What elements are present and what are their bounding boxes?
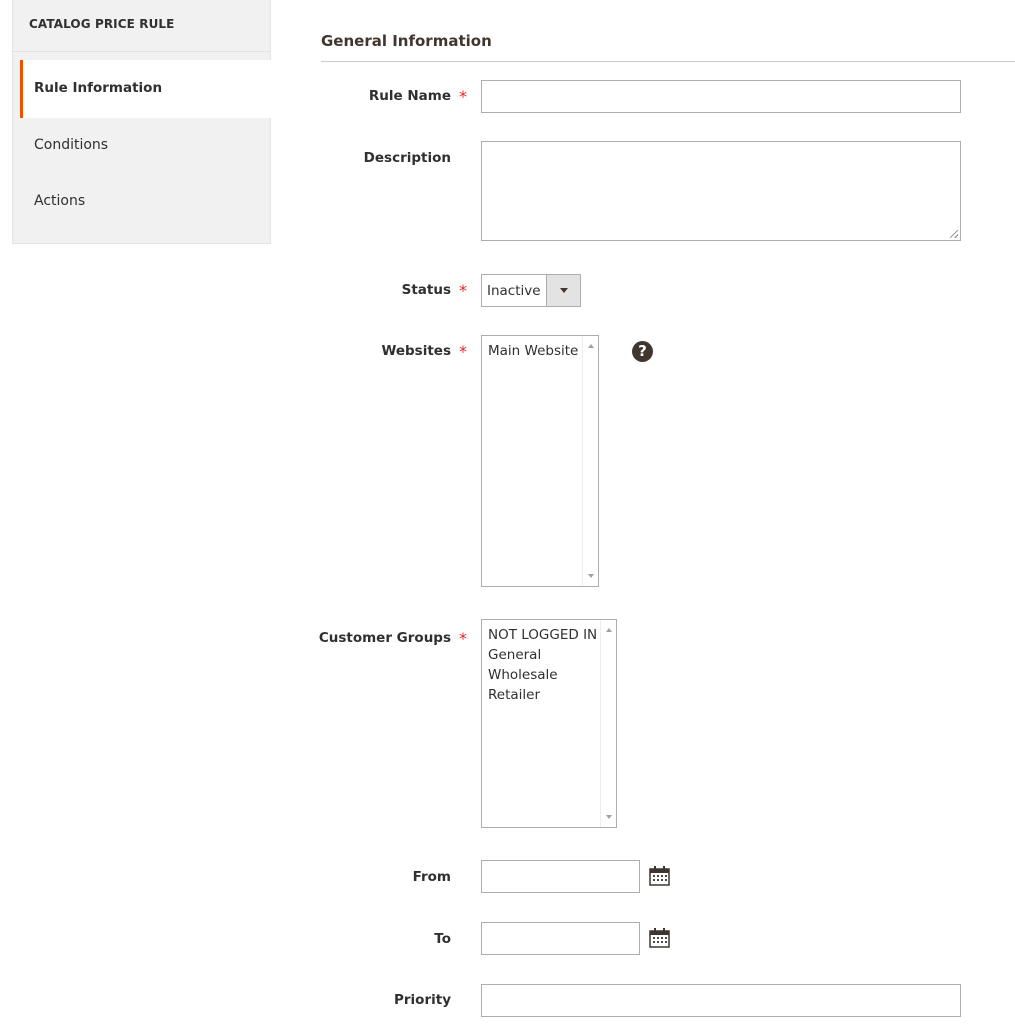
section-title[interactable]: General Information: [321, 32, 492, 50]
required-marker: *: [459, 629, 467, 648]
to-label: To: [434, 931, 451, 947]
status-selected-value: Inactive: [487, 283, 541, 299]
scroll-down-icon[interactable]: [588, 574, 594, 578]
status-label: Status: [401, 282, 451, 298]
customer-groups-scrollbar[interactable]: [600, 620, 616, 827]
description-label: Description: [363, 150, 451, 166]
help-icon[interactable]: ?: [632, 341, 653, 362]
description-textarea[interactable]: [481, 141, 961, 241]
calendar-icon[interactable]: [649, 928, 670, 948]
customer-groups-multiselect[interactable]: NOT LOGGED IN General Wholesale Retailer: [481, 619, 617, 828]
status-dropdown-toggle[interactable]: [546, 275, 580, 306]
from-date-input[interactable]: [481, 860, 640, 893]
priority-input[interactable]: [481, 984, 961, 1017]
customer-group-option[interactable]: Retailer: [482, 685, 616, 705]
scroll-down-icon[interactable]: [606, 815, 612, 819]
calendar-icon[interactable]: [649, 866, 670, 886]
section-divider: [321, 61, 1015, 62]
websites-label: Websites: [381, 343, 451, 359]
scroll-up-icon[interactable]: [606, 628, 612, 632]
required-marker: *: [459, 281, 467, 300]
status-select[interactable]: Inactive: [481, 274, 581, 307]
websites-option[interactable]: Main Website: [482, 341, 598, 361]
rule-name-input[interactable]: [481, 80, 961, 113]
from-label: From: [412, 869, 451, 885]
tab-conditions[interactable]: Conditions: [20, 117, 272, 173]
websites-multiselect[interactable]: Main Website: [481, 335, 599, 587]
required-marker: *: [459, 87, 467, 106]
scroll-up-icon[interactable]: [588, 344, 594, 348]
customer-groups-label: Customer Groups: [318, 630, 451, 646]
tab-rule-information[interactable]: Rule Information: [20, 60, 272, 118]
customer-group-option[interactable]: Wholesale: [482, 665, 616, 685]
customer-group-option[interactable]: NOT LOGGED IN: [482, 625, 616, 645]
to-date-input[interactable]: [481, 922, 640, 955]
sidebar-title: CATALOG PRICE RULE: [13, 0, 270, 52]
chevron-down-icon: [560, 288, 568, 293]
required-marker: *: [459, 342, 467, 361]
tab-actions[interactable]: Actions: [20, 173, 272, 229]
resize-grip-icon[interactable]: [950, 230, 958, 238]
customer-group-option[interactable]: General: [482, 645, 616, 665]
catalog-price-rule-sidebar: CATALOG PRICE RULE Rule Information Cond…: [12, 0, 272, 244]
rule-name-label: Rule Name: [368, 88, 451, 104]
priority-label: Priority: [394, 992, 451, 1008]
websites-scrollbar[interactable]: [582, 336, 598, 586]
